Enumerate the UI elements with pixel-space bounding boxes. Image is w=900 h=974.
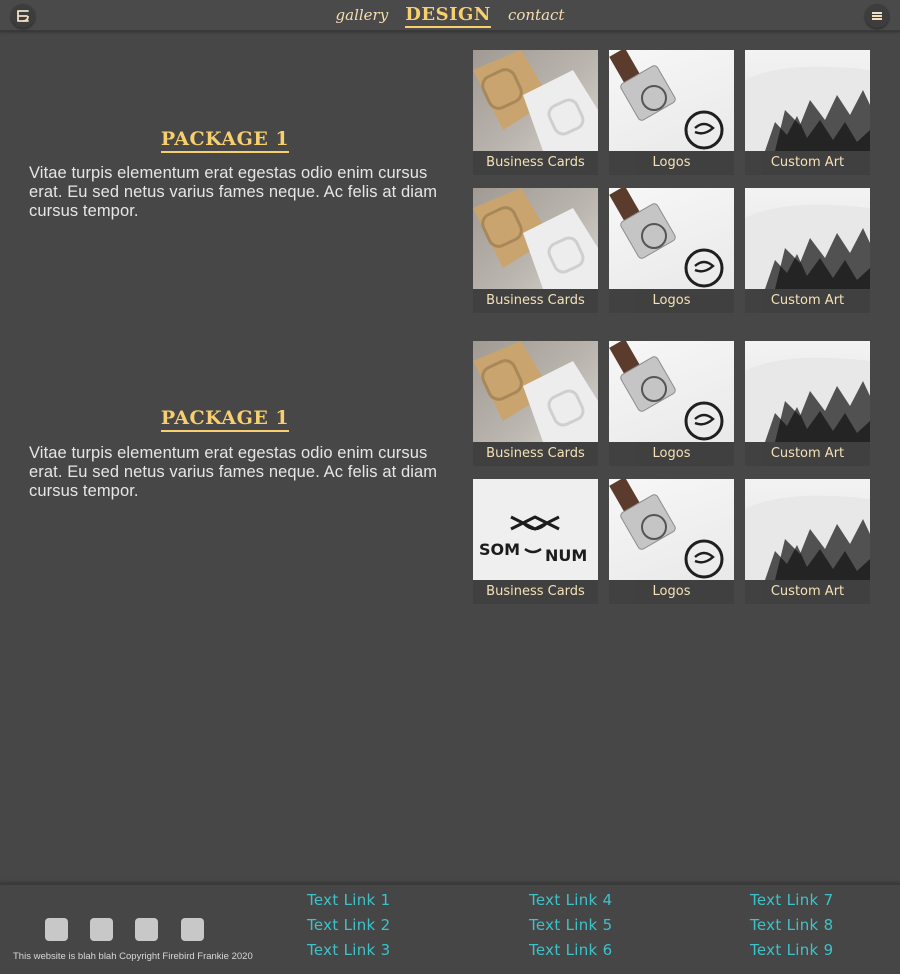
tshirt-art-image: [745, 341, 870, 442]
tile-caption: Logos: [609, 289, 734, 313]
footer-link[interactable]: Text Link 2: [307, 916, 390, 934]
footer-link[interactable]: Text Link 6: [529, 941, 612, 959]
tile-caption: Business Cards: [473, 580, 598, 604]
footer-link[interactable]: Text Link 1: [307, 891, 390, 909]
social-icon-2[interactable]: [90, 918, 113, 941]
package-description: Vitae turpis elementum erat egestas odio…: [29, 444, 438, 500]
tile-caption: Custom Art: [745, 151, 870, 175]
social-icon-4[interactable]: [181, 918, 204, 941]
tile-caption: Logos: [609, 580, 734, 604]
gallery-tile-custom-art[interactable]: Custom Art: [745, 479, 870, 604]
package-description: Vitae turpis elementum erat egestas odio…: [29, 164, 438, 220]
tile-caption: Custom Art: [745, 580, 870, 604]
package-title: PACKAGE 1: [0, 407, 450, 432]
tile-caption: Business Cards: [473, 289, 598, 313]
gallery-tile-business-cards[interactable]: Business Cards: [473, 188, 598, 313]
tile-caption: Business Cards: [473, 442, 598, 466]
footer-link[interactable]: Text Link 5: [529, 916, 612, 934]
main-nav: gallery DESIGN contact: [0, 4, 900, 28]
svg-text:NUM: NUM: [545, 546, 587, 565]
hamburger-menu-icon[interactable]: [865, 4, 889, 28]
footer-link[interactable]: Text Link 8: [750, 916, 833, 934]
tile-caption: Custom Art: [745, 289, 870, 313]
gallery-tile-business-cards[interactable]: Business Cards: [473, 50, 598, 175]
svg-text:SOM: SOM: [479, 540, 520, 559]
tshirt-art-image: [745, 50, 870, 151]
gallery-tile-logos[interactable]: Logos: [609, 341, 734, 466]
gallery-tile-custom-art[interactable]: Custom Art: [745, 50, 870, 175]
copyright-text: This website is blah blah Copyright Fire…: [13, 951, 253, 962]
nav-contact[interactable]: contact: [508, 6, 565, 24]
footer-link[interactable]: Text Link 9: [750, 941, 833, 959]
gallery-tile-business-cards[interactable]: Business Cards: [473, 341, 598, 466]
business-card-image: [473, 188, 598, 289]
top-navbar: gallery DESIGN contact: [0, 0, 900, 31]
tile-caption: Logos: [609, 151, 734, 175]
stamp-image: [609, 341, 734, 442]
social-icon-3[interactable]: [135, 918, 158, 941]
gallery-tile-logos[interactable]: Logos: [609, 479, 734, 604]
tile-caption: Custom Art: [745, 442, 870, 466]
stamp-image: [609, 188, 734, 289]
nav-gallery[interactable]: gallery: [336, 6, 389, 24]
footer-link[interactable]: Text Link 7: [750, 891, 833, 909]
package-title: PACKAGE 1: [0, 128, 450, 153]
stamp-image: [609, 50, 734, 151]
gallery-tile-business-cards[interactable]: SOM NUM Business Cards: [473, 479, 598, 604]
gallery-tile-logos[interactable]: Logos: [609, 188, 734, 313]
som-num-logo-image: SOM NUM: [473, 479, 598, 580]
tshirt-art-image: [745, 479, 870, 580]
stamp-image: [609, 479, 734, 580]
social-icon-1[interactable]: [45, 918, 68, 941]
business-card-image: [473, 50, 598, 151]
footer-link[interactable]: Text Link 4: [529, 891, 612, 909]
tile-caption: Business Cards: [473, 151, 598, 175]
gallery-tile-custom-art[interactable]: Custom Art: [745, 341, 870, 466]
gallery-tile-custom-art[interactable]: Custom Art: [745, 188, 870, 313]
tile-caption: Logos: [609, 442, 734, 466]
footer-link[interactable]: Text Link 3: [307, 941, 390, 959]
footer: This website is blah blah Copyright Fire…: [0, 883, 900, 974]
nav-design[interactable]: DESIGN: [405, 4, 491, 28]
gallery-tile-logos[interactable]: Logos: [609, 50, 734, 175]
tshirt-art-image: [745, 188, 870, 289]
business-card-image: [473, 341, 598, 442]
